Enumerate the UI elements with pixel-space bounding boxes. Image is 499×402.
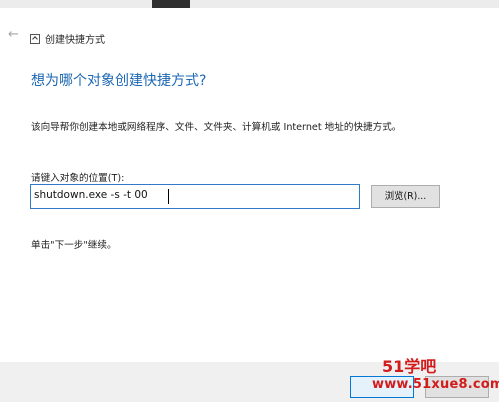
back-arrow-icon[interactable]: ← xyxy=(8,28,19,41)
wizard-description: 该向导帮你创建本地或网络程序、文件、文件夹、计算机或 Internet 地址的快… xyxy=(31,122,402,133)
watermark-brand: 51学吧 xyxy=(382,357,437,376)
top-strip-dark-block xyxy=(152,0,190,8)
window-title: 创建快捷方式 xyxy=(45,35,105,46)
browse-button[interactable]: 浏览(R)... xyxy=(371,185,440,208)
watermark-url: www.51xue8.com xyxy=(372,377,499,392)
continue-hint: 单击"下一步"继续。 xyxy=(31,240,117,251)
text-caret xyxy=(168,189,169,204)
location-input-value: shutdown.exe -s -t 00 xyxy=(34,189,148,201)
page-heading: 想为哪个对象创建快捷方式? xyxy=(31,73,207,89)
shortcut-wizard-icon xyxy=(30,34,40,44)
location-input[interactable]: shutdown.exe -s -t 00 xyxy=(30,184,360,209)
location-label: 请键入对象的位置(T): xyxy=(31,173,125,184)
top-strip xyxy=(0,0,499,8)
